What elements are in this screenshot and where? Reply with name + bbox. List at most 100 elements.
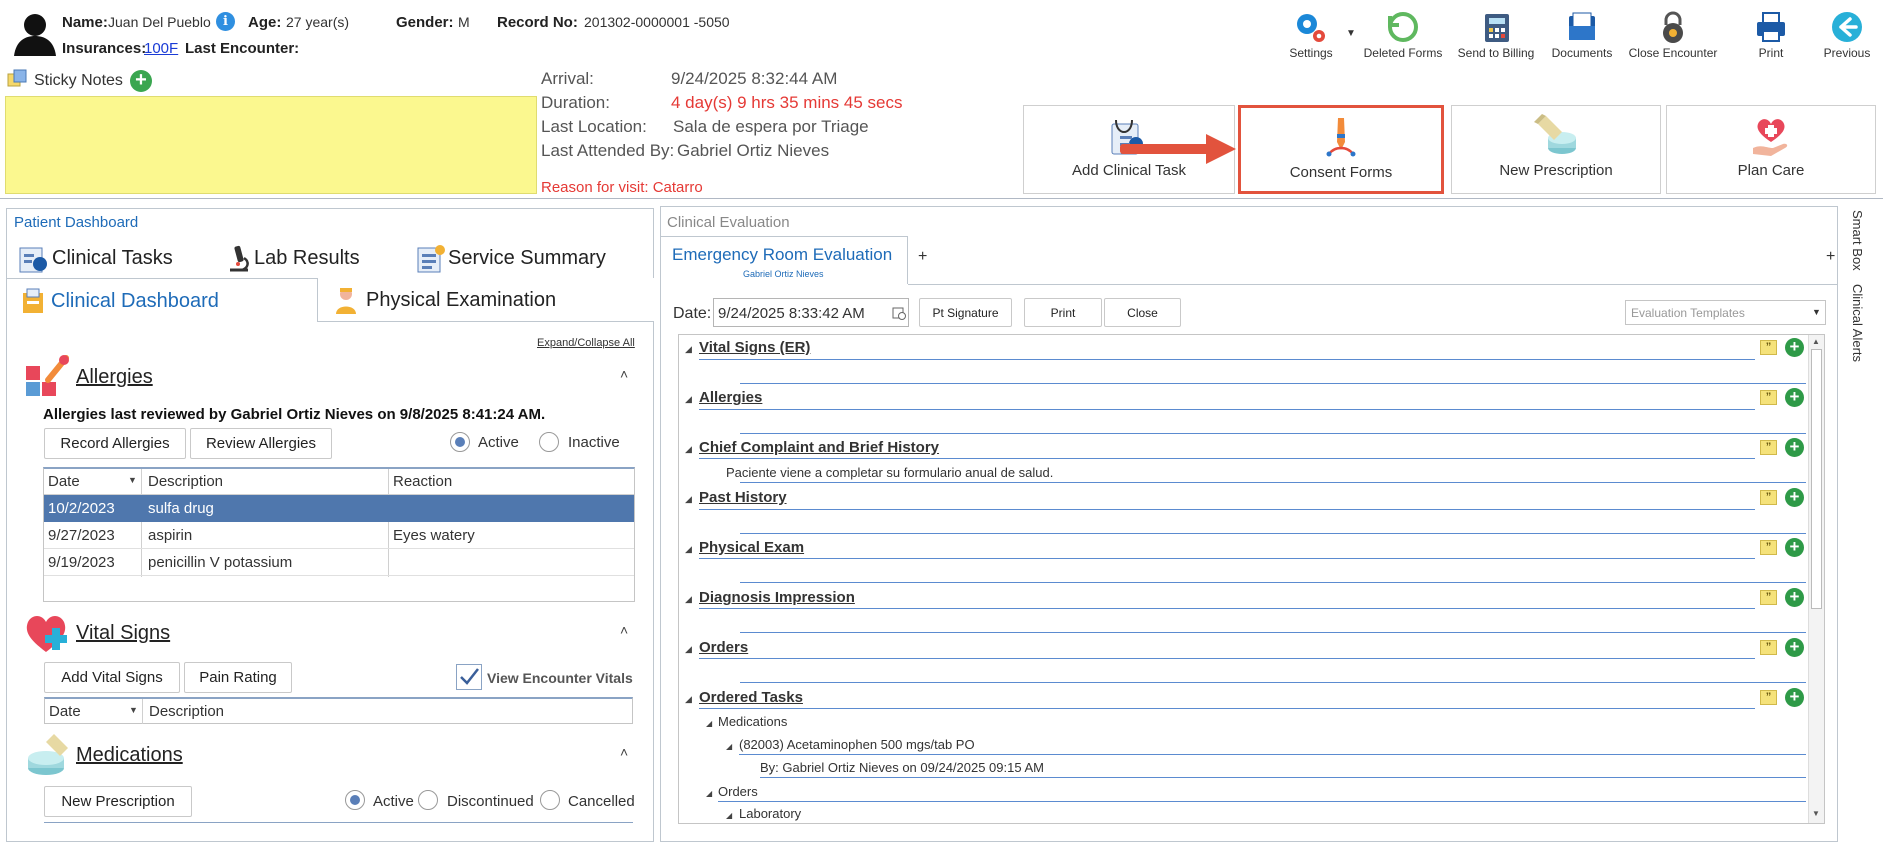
tab-lab-results[interactable]: Lab Results	[226, 244, 386, 274]
new-prescription-small-button[interactable]: New Prescription	[44, 786, 192, 817]
date-label: Date:	[673, 305, 712, 322]
view-encounter-vitals-checkbox[interactable]	[456, 664, 482, 690]
send-to-billing-button[interactable]: Send to Billing	[1451, 8, 1541, 60]
record-allergies-button[interactable]: Record Allergies	[44, 428, 186, 459]
quote-icon[interactable]: ”	[1760, 490, 1777, 505]
section-allergies[interactable]: Allergies	[699, 389, 762, 406]
sticky-notes-icon	[6, 68, 28, 90]
add-sticky-note-icon[interactable]: +	[130, 70, 152, 92]
new-prescription-button[interactable]: New Prescription	[1451, 105, 1661, 194]
table-row[interactable]: 9/27/2023 aspirin Eyes watery	[44, 522, 634, 549]
plan-care-button[interactable]: Plan Care	[1666, 105, 1876, 194]
eval-close-button[interactable]: Close	[1104, 298, 1181, 327]
section-vital-signs-er[interactable]: Vital Signs (ER)	[699, 339, 810, 356]
add-icon[interactable]: +	[1785, 338, 1804, 357]
collapse-vitals-icon[interactable]: ˄	[620, 622, 628, 638]
ordered-laboratory[interactable]: Laboratory	[739, 806, 801, 821]
info-icon[interactable]: i	[216, 12, 235, 31]
column-header-description[interactable]: Description	[148, 473, 223, 490]
ordered-medications[interactable]: Medications	[718, 714, 787, 729]
column-header-date[interactable]: Date	[48, 473, 80, 490]
sort-arrow-icon[interactable]: ▼	[129, 705, 138, 715]
clinical-tasks-icon	[19, 247, 47, 273]
medications-title[interactable]: Medications	[76, 744, 183, 767]
scroll-down-icon[interactable]: ▼	[1812, 809, 1820, 818]
insurance-link[interactable]: 100F	[144, 40, 178, 57]
deleted-forms-button[interactable]: Deleted Forms	[1358, 8, 1448, 60]
allergies-inactive-radio[interactable]	[539, 432, 559, 452]
review-allergies-button[interactable]: Review Allergies	[190, 428, 332, 459]
tab-clinical-tasks[interactable]: Clinical Tasks	[16, 244, 186, 274]
quote-icon[interactable]: ”	[1760, 340, 1777, 355]
add-icon[interactable]: +	[1785, 688, 1804, 707]
allergies-inactive-label: Inactive	[568, 434, 620, 451]
allergy-date: 10/2/2023	[48, 500, 115, 517]
column-header-description[interactable]: Description	[149, 703, 224, 720]
section-diagnosis-impression[interactable]: Diagnosis Impression	[699, 589, 855, 606]
medications-cancelled-radio[interactable]	[540, 790, 560, 810]
table-row[interactable]: 9/19/2023 penicillin V potassium	[44, 549, 634, 576]
section-past-history[interactable]: Past History	[699, 489, 787, 506]
add-tab-button[interactable]: +	[918, 248, 927, 266]
section-ordered-tasks[interactable]: Ordered Tasks	[699, 689, 803, 706]
collapse-medications-icon[interactable]: ˄	[620, 744, 628, 760]
calendar-clock-icon[interactable]	[892, 306, 906, 320]
quote-icon[interactable]: ”	[1760, 390, 1777, 405]
consent-forms-button[interactable]: Consent Forms	[1238, 105, 1444, 194]
er-evaluation-tab-title: Emergency Room Evaluation	[672, 245, 893, 264]
add-icon[interactable]: +	[1785, 438, 1804, 457]
side-tab-smart-box[interactable]: Smart Box	[1846, 210, 1876, 280]
chief-complaint-text[interactable]: Paciente viene a completar su formulario…	[726, 465, 1053, 480]
column-header-reaction[interactable]: Reaction	[393, 473, 452, 490]
allergies-title[interactable]: Allergies	[76, 366, 153, 389]
quote-icon[interactable]: ”	[1760, 640, 1777, 655]
quote-icon[interactable]: ”	[1760, 690, 1777, 705]
quote-icon[interactable]: ”	[1760, 590, 1777, 605]
add-icon[interactable]: +	[1785, 388, 1804, 407]
section-physical-exam[interactable]: Physical Exam	[699, 539, 804, 556]
scroll-up-icon[interactable]: ▲	[1812, 337, 1820, 346]
medications-active-radio[interactable]	[345, 790, 365, 810]
close-encounter-button[interactable]: Close Encounter	[1626, 8, 1720, 60]
settings-dropdown-arrow[interactable]: ▼	[1346, 28, 1356, 39]
eval-print-button[interactable]: Print	[1024, 298, 1102, 327]
pt-signature-button[interactable]: Pt Signature	[919, 298, 1012, 327]
tab-emergency-room-evaluation[interactable]: Emergency Room Evaluation Gabriel Ortiz …	[660, 236, 908, 284]
section-orders[interactable]: Orders	[699, 639, 748, 656]
sort-arrow-icon[interactable]: ▼	[128, 475, 137, 485]
eval-scrollbar[interactable]: ▲ ▼	[1808, 335, 1824, 823]
new-prescription-label: New Prescription	[1499, 162, 1613, 179]
settings-button[interactable]: Settings	[1266, 8, 1356, 60]
evaluation-templates-dropdown[interactable]: Evaluation Templates ▼	[1625, 300, 1826, 325]
add-clinical-task-label: Add Clinical Task	[1072, 162, 1186, 179]
ordered-orders[interactable]: Orders	[718, 784, 758, 799]
add-icon[interactable]: +	[1785, 488, 1804, 507]
quote-icon[interactable]: ”	[1760, 440, 1777, 455]
medications-discontinued-label: Discontinued	[447, 793, 534, 810]
previous-button[interactable]: Previous	[1802, 8, 1883, 60]
add-icon[interactable]: +	[1785, 538, 1804, 557]
collapse-allergies-icon[interactable]: ˄	[620, 366, 628, 382]
tab-service-summary[interactable]: Service Summary	[416, 244, 616, 274]
add-icon[interactable]: +	[1785, 588, 1804, 607]
add-panel-button[interactable]: +	[1826, 248, 1835, 266]
column-header-date[interactable]: Date	[49, 703, 81, 720]
scrollbar-thumb[interactable]	[1811, 349, 1822, 609]
add-vital-signs-button[interactable]: Add Vital Signs	[44, 662, 180, 693]
expand-collapse-all-link[interactable]: Expand/Collapse All	[537, 337, 635, 349]
table-row[interactable]: 10/2/2023 sulfa drug	[44, 495, 634, 522]
tab-physical-examination[interactable]: Physical Examination	[318, 278, 654, 322]
quote-icon[interactable]: ”	[1760, 540, 1777, 555]
medications-discontinued-radio[interactable]	[418, 790, 438, 810]
side-tab-clinical-alerts[interactable]: Clinical Alerts	[1846, 284, 1876, 374]
allergies-active-radio[interactable]	[450, 432, 470, 452]
tab-clinical-dashboard[interactable]: Clinical Dashboard	[6, 278, 318, 322]
date-input[interactable]: 9/24/2025 8:33:42 AM	[713, 298, 909, 327]
ordered-med-item[interactable]: (82003) Acetaminophen 500 mgs/tab PO	[739, 737, 975, 752]
pain-rating-button[interactable]: Pain Rating	[184, 662, 292, 693]
add-icon[interactable]: +	[1785, 638, 1804, 657]
documents-button[interactable]: Documents	[1537, 8, 1627, 60]
section-chief-complaint[interactable]: Chief Complaint and Brief History	[699, 439, 939, 456]
vital-signs-title[interactable]: Vital Signs	[76, 622, 170, 645]
sticky-note-area[interactable]	[5, 96, 537, 194]
